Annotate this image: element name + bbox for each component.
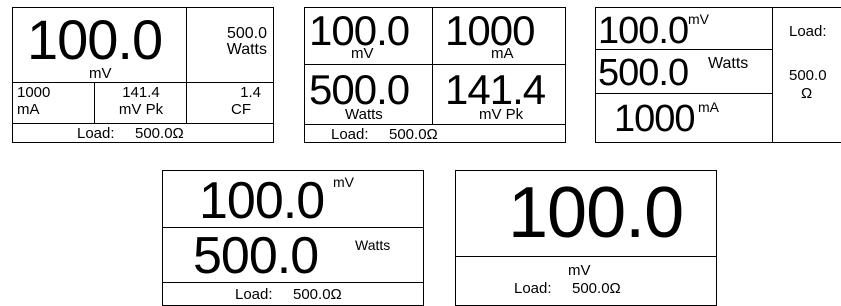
load-value: 500.0Ω <box>135 125 184 142</box>
current-unit: mA <box>698 99 719 115</box>
voltage-unit: mV <box>351 45 374 62</box>
main-reading-unit: mV <box>568 262 591 279</box>
load-value: 500.0Ω <box>389 126 438 143</box>
current-unit: mA <box>491 45 514 62</box>
current-value: 1000 <box>445 7 535 54</box>
display-layout-2: 100.0 mV 1000 mA 500.0 Watts 141.4 mV Pk… <box>304 7 566 143</box>
peak-unit: mV Pk <box>479 106 524 123</box>
display-layout-4: 100.0 mV 500.0 Watts Load: 500.0Ω <box>162 170 424 306</box>
voltage-unit: mV <box>688 11 709 27</box>
main-reading-unit: mV <box>89 65 112 82</box>
reading-cell-current: 1000 mA <box>13 83 95 124</box>
load-label: Load: <box>514 280 552 297</box>
load-value: 500.0Ω <box>572 280 621 297</box>
crest-factor-unit: CF <box>231 101 251 118</box>
load-bar: Load: 500.0Ω <box>163 283 423 305</box>
load-bar: Load: 500.0Ω <box>305 125 565 142</box>
load-value: 500.0Ω <box>293 286 342 303</box>
load-label: Load: <box>235 286 273 303</box>
power-value: 500.0 <box>309 66 410 113</box>
load-side: Load: 500.0 Ω <box>773 8 841 142</box>
power-unit: Watts <box>708 55 749 72</box>
voltage-unit: mV <box>333 174 354 190</box>
peak-value: 141.4 <box>122 84 160 101</box>
main-reading-cell: 100.0 <box>456 171 716 257</box>
load-unit: Ω <box>801 85 813 102</box>
voltage-value: 100.0 <box>199 172 325 230</box>
main-reading-value: 100.0 <box>27 8 163 71</box>
reading-cell-crest-factor: 1.4 CF <box>187 83 273 124</box>
current-value: 1000 <box>614 98 696 140</box>
voltage-row: 100.0 mV <box>596 8 773 50</box>
power-unit: Watts <box>345 106 383 123</box>
current-row: 1000 mA <box>596 94 773 142</box>
voltage-value: 100.0 <box>598 10 689 52</box>
voltage-cell: 100.0 mV <box>305 8 433 65</box>
peak-value: 141.4 <box>445 66 546 113</box>
power-cell: 500.0 Watts <box>305 65 433 125</box>
main-reading-value: 100.0 <box>508 173 684 253</box>
crest-factor-value: 1.4 <box>240 84 261 101</box>
power-row: 500.0 Watts <box>163 228 423 283</box>
display-layout-5: 100.0 mV Load: 500.0Ω <box>455 170 717 306</box>
load-label: Load: <box>331 126 369 143</box>
reading-cell-peak: 141.4 mV Pk <box>95 83 187 124</box>
side-reading-cell: 500.0 Watts <box>187 8 273 83</box>
display-layout-3: 100.0 mV 500.0 Watts 1000 mA Load: 500.0… <box>595 7 841 143</box>
peak-unit: mV Pk <box>118 101 164 118</box>
power-unit: Watts <box>355 237 391 253</box>
current-cell: 1000 mA <box>433 8 565 65</box>
power-value: 500.0 <box>193 227 319 285</box>
main-reading-cell: 100.0 mV <box>13 8 187 83</box>
power-value: 500.0 <box>598 52 689 94</box>
power-row: 500.0 Watts <box>596 50 773 94</box>
load-value: 500.0 <box>789 67 827 84</box>
load-label: Load: <box>77 125 115 142</box>
load-label: Load: <box>789 23 827 40</box>
side-reading-value: 500.0 <box>226 25 267 42</box>
display-layout-1: 100.0 mV 500.0 Watts 1000 mA 141.4 mV Pk… <box>12 7 274 143</box>
load-bar: mV Load: 500.0Ω <box>456 257 716 305</box>
current-unit: mA <box>17 101 40 118</box>
peak-cell: 141.4 mV Pk <box>433 65 565 125</box>
current-value: 1000 <box>17 84 51 101</box>
side-reading-unit: Watts <box>226 41 267 58</box>
voltage-row: 100.0 mV <box>163 171 423 228</box>
load-bar: Load: 500.0Ω <box>13 124 273 142</box>
